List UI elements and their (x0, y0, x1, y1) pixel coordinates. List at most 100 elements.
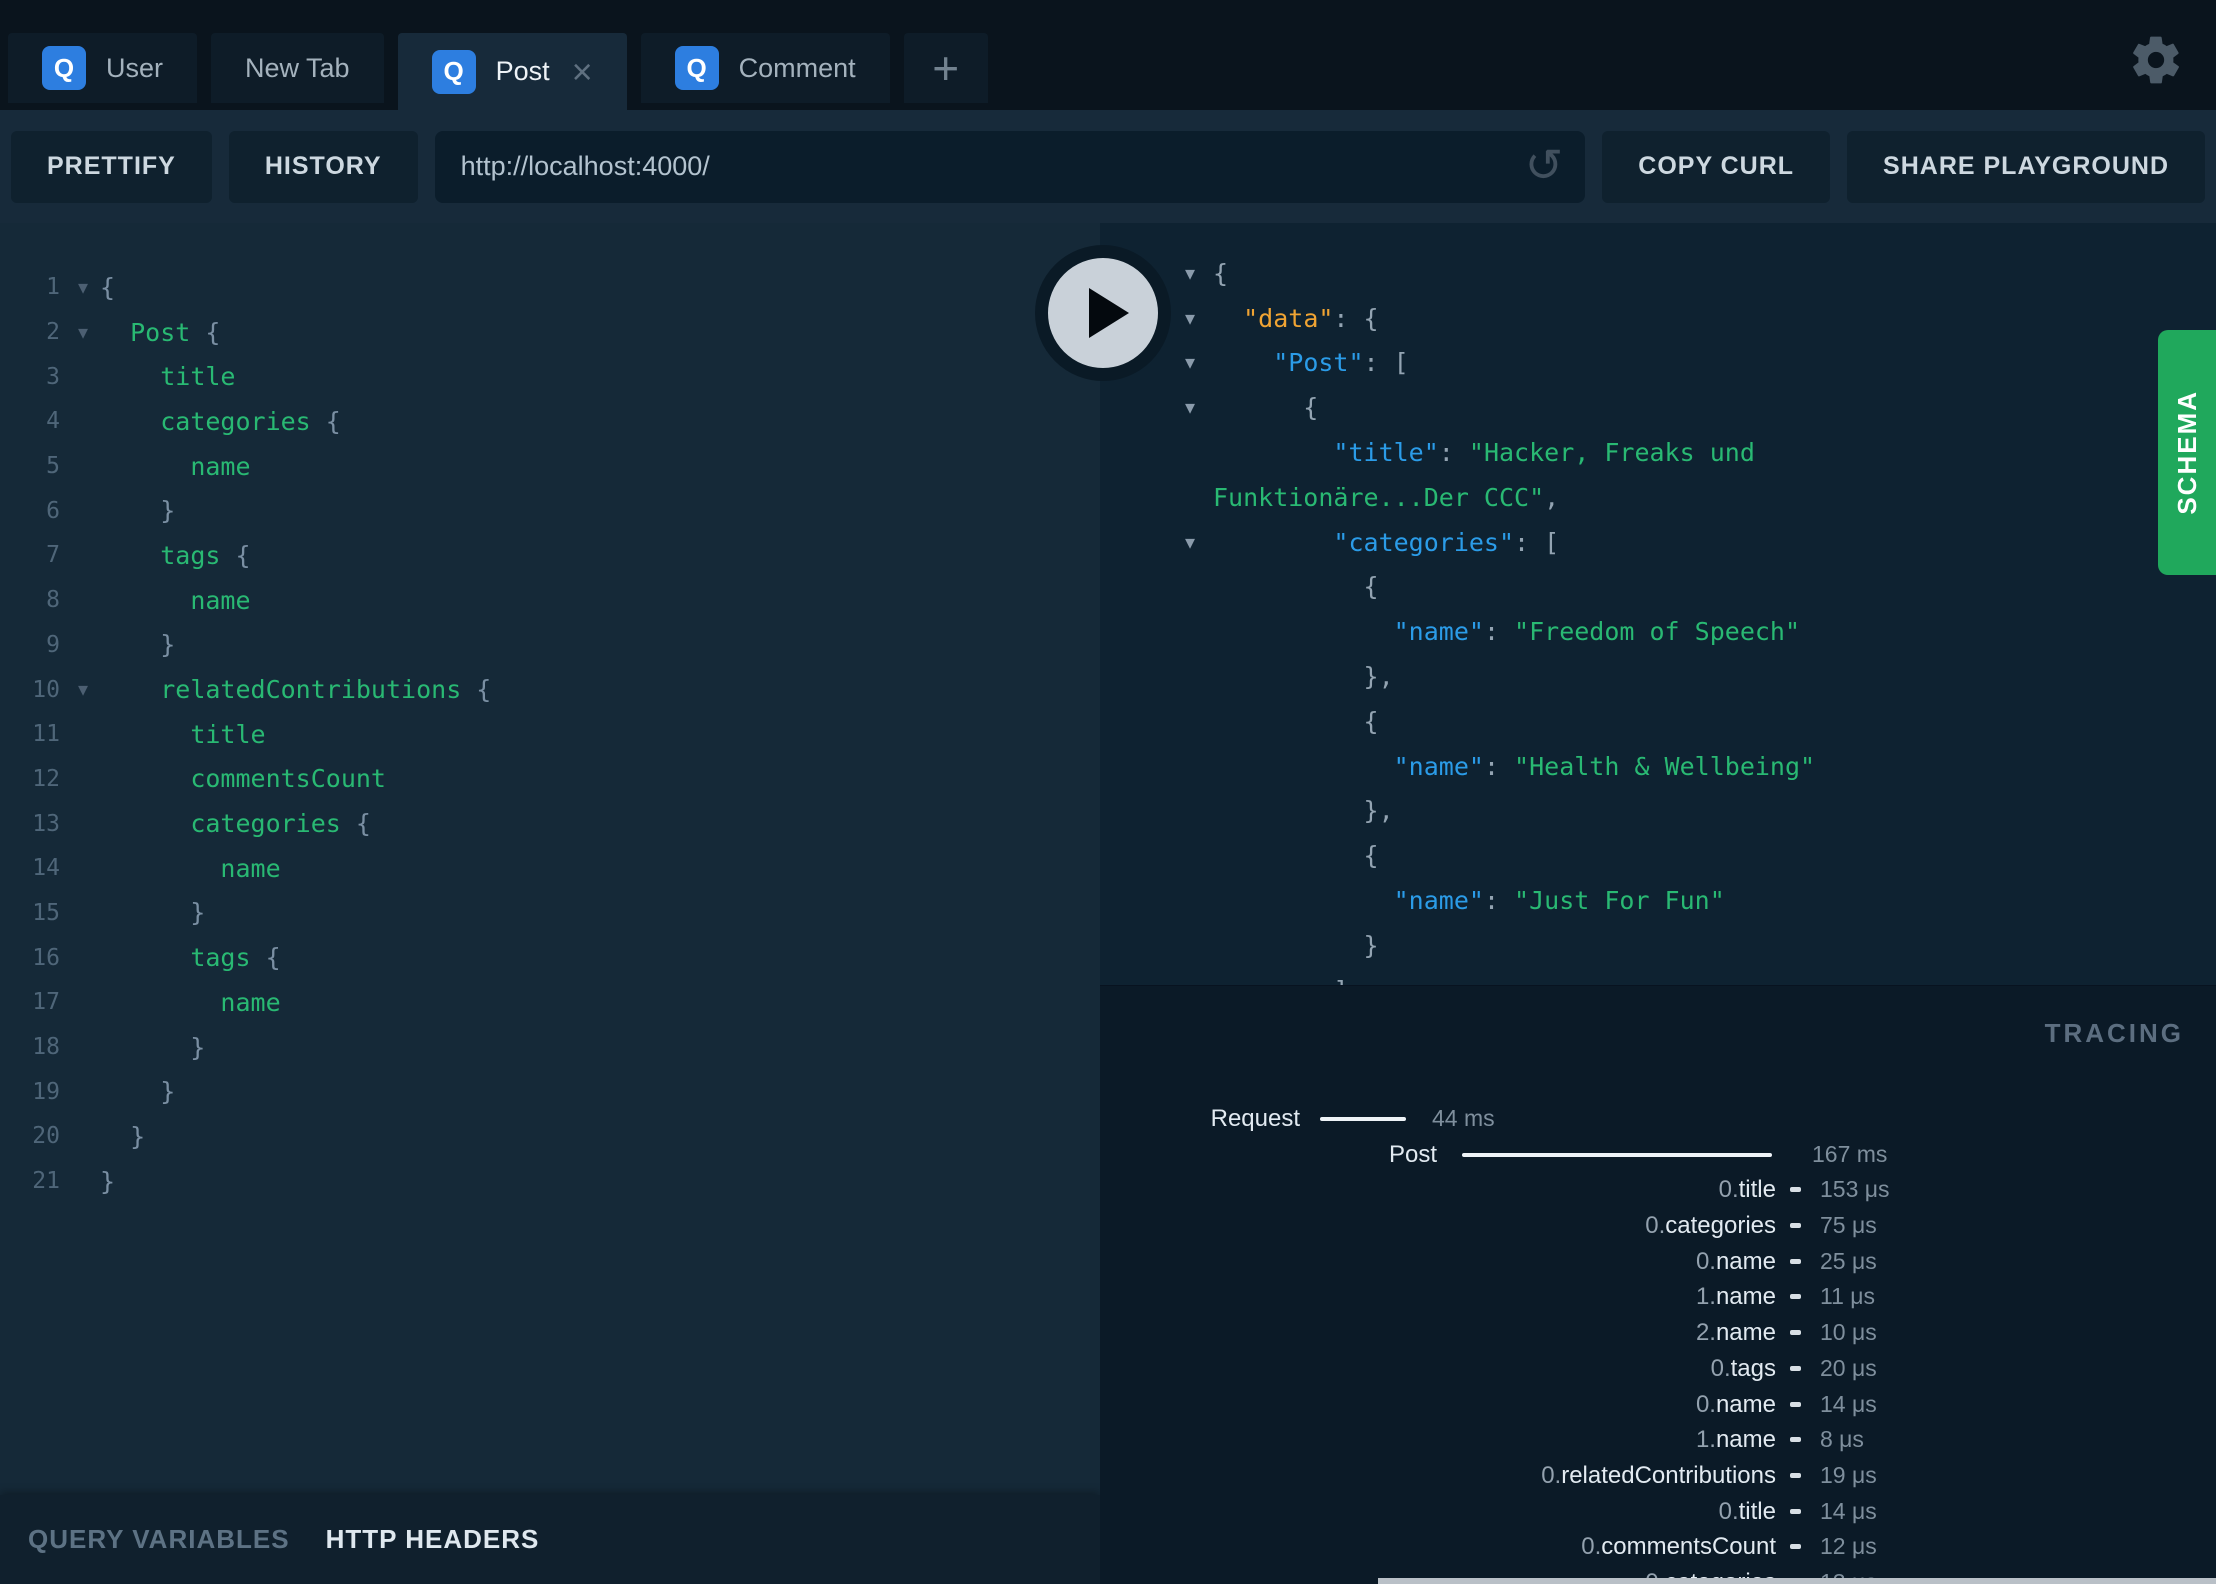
tab-bar: Q User New Tab Q Post × Q Comment + (0, 0, 2216, 110)
code-text: "name": "Freedom of Speech" (1393, 617, 1801, 647)
code-text: ] (1213, 976, 1348, 985)
tracing-label: 0.title (1718, 1176, 1776, 1204)
prettify-button[interactable]: PRETTIFY (11, 130, 212, 203)
tracing-dash (1790, 1508, 1801, 1514)
tracing-label: 0.relatedContributions (1541, 1461, 1776, 1489)
tracing-label: Request (1210, 1105, 1300, 1132)
code-text: Funktionäre...Der CCC", (1213, 482, 1560, 512)
tracing-duration-value: 14 μs (1820, 1390, 1877, 1417)
fold-arrow-icon[interactable]: ▾ (66, 275, 100, 300)
settings-gear-icon[interactable] (2128, 32, 2184, 88)
query-code-line: 5 name (0, 444, 1100, 489)
tracing-label: 0.categories (1645, 1212, 1776, 1240)
line-number: 1 (46, 274, 60, 301)
query-code-line: 15 } (0, 891, 1100, 936)
tracing-duration-value: 44 ms (1432, 1105, 1495, 1131)
tracing-duration-value: 14 μs (1820, 1497, 1877, 1524)
code-text: } (100, 898, 206, 928)
response-line: ▾ { (1100, 385, 2216, 430)
tab-comment[interactable]: Q Comment (640, 33, 890, 103)
copy-curl-button[interactable]: COPY CURL (1602, 130, 1831, 203)
close-tab-icon[interactable]: × (572, 53, 593, 90)
query-code-line: 18 } (0, 1025, 1100, 1070)
code-text: categories { (190, 809, 371, 839)
tracing-row: Post 167 ms (1100, 1137, 2216, 1173)
query-variables-tab[interactable]: QUERY VARIABLES (28, 1524, 290, 1555)
line-number: 9 (46, 631, 60, 658)
fold-arrow-icon[interactable]: ▾ (1185, 395, 1213, 420)
tab-post[interactable]: Q Post × (397, 33, 627, 110)
tracing-duration-bar (1462, 1152, 1772, 1157)
fold-arrow-icon[interactable]: ▾ (66, 677, 100, 702)
query-code-line: 12 commentsCount (0, 757, 1100, 802)
query-editor[interactable]: 1 ▾{2 ▾ Post {3 title 4 categories {5 name 6… (0, 223, 1100, 1495)
new-tab-button[interactable]: + (903, 33, 988, 103)
response-viewer[interactable]: ▾{▾ "data": {▾ "Post": [▾ { "title": "Ha… (1100, 223, 2216, 985)
tracing-duration-value: 75 μs (1820, 1212, 1877, 1239)
query-code-line: 13 categories { (0, 801, 1100, 846)
query-code-line: 11 title (0, 712, 1100, 757)
code-text: "Post": [ (1273, 348, 1409, 378)
tracing-duration-bar (1320, 1117, 1406, 1121)
fold-arrow-icon[interactable]: ▾ (66, 320, 100, 345)
code-text: { (1213, 572, 1379, 602)
tab-new-tab[interactable]: New Tab (211, 33, 384, 103)
tracing-title: TRACING (2044, 1018, 2184, 1048)
line-number: 2 (46, 319, 60, 346)
fold-arrow-icon[interactable]: ▾ (1185, 306, 1213, 331)
tracing-row: 0.commentsCount 12 μs (1100, 1529, 2216, 1565)
tracing-duration-value: 153 μs (1820, 1176, 1890, 1203)
line-number: 12 (32, 765, 60, 792)
http-headers-tab[interactable]: HTTP HEADERS (326, 1524, 540, 1555)
query-code-line: 19 } (0, 1069, 1100, 1114)
line-number: 11 (32, 721, 60, 748)
response-line: ▾ "data": { (1100, 296, 2216, 341)
tracing-label: Post (1388, 1140, 1437, 1168)
tracing-row: 1.name 8 μs (1100, 1422, 2216, 1458)
tracing-duration-value: 25 μs (1820, 1247, 1877, 1274)
query-code-line: 1 ▾{ (0, 265, 1100, 310)
horizontal-scrollbar[interactable] (1378, 1578, 2216, 1584)
response-line: { (1100, 565, 2216, 610)
tab-label: Post (495, 56, 550, 86)
tab-label: Comment (738, 52, 856, 83)
response-pane: ▾{▾ "data": {▾ "Post": [▾ { "title": "Ha… (1100, 223, 2216, 1584)
share-playground-button[interactable]: SHARE PLAYGROUND (1847, 130, 2205, 203)
endpoint-url-input[interactable]: http://localhost:4000/ ↺ (434, 130, 1586, 203)
line-number: 17 (32, 989, 60, 1016)
query-code-line: 8 name (0, 578, 1100, 623)
code-text: } (1213, 930, 1379, 960)
history-button[interactable]: HISTORY (228, 130, 418, 203)
code-text: "name": "Just For Fun" (1393, 886, 1725, 916)
reload-schema-icon[interactable]: ↺ (1525, 137, 1564, 191)
response-line: ] (1100, 968, 2216, 985)
fold-arrow-icon[interactable]: ▾ (1185, 350, 1213, 375)
tracing-label: 1.name (1695, 1283, 1776, 1311)
code-text: "name": "Health & Wellbeing" (1393, 751, 1816, 781)
tracing-label: 2.name (1695, 1319, 1776, 1347)
tracing-row: 0.name 25 μs (1100, 1244, 2216, 1280)
line-number: 7 (46, 542, 60, 569)
schema-side-tab[interactable]: SCHEMA (2158, 330, 2216, 575)
fold-arrow-icon[interactable]: ▾ (1185, 261, 1213, 286)
query-code-line: 14 name (0, 846, 1100, 891)
code-text: { (100, 272, 116, 302)
code-text: relatedContributions { (160, 675, 492, 705)
code-text: title (190, 719, 266, 749)
tracing-row: 0.title 14 μs (1100, 1494, 2216, 1530)
fold-arrow-icon[interactable]: ▾ (1185, 530, 1213, 555)
endpoint-url-value: http://localhost:4000/ (460, 151, 710, 181)
response-line: "name": "Just For Fun" (1100, 878, 2216, 923)
code-text: { (1213, 706, 1379, 736)
tracing-duration-value: 12 μs (1820, 1533, 1877, 1560)
query-code-line: 17 name (0, 980, 1100, 1025)
response-line: Funktionäre...Der CCC", (1100, 475, 2216, 520)
tab-user[interactable]: Q User (8, 33, 198, 103)
tracing-label: 0.name (1695, 1390, 1776, 1418)
tracing-dash (1790, 1401, 1801, 1407)
execute-query-button[interactable] (1035, 245, 1171, 381)
tracing-row: 1.name 11 μs (1100, 1279, 2216, 1315)
line-number: 3 (46, 363, 60, 390)
tracing-duration-value: 20 μs (1820, 1354, 1877, 1381)
tracing-dash (1790, 1223, 1801, 1229)
